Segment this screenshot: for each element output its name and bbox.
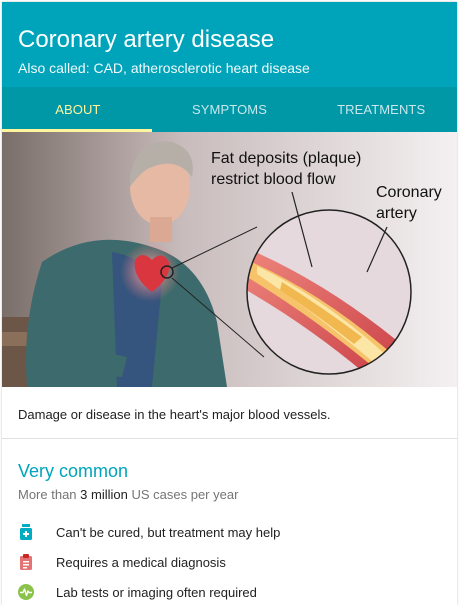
tab-about[interactable]: ABOUT [2, 87, 154, 132]
clipboard-icon [18, 554, 34, 570]
frequency-suffix: US cases per year [131, 487, 239, 502]
card-header: Coronary artery disease Also called: CAD… [2, 2, 457, 87]
fact-item: Lab tests or imaging often required [18, 577, 441, 605]
frequency-title: Very common [18, 461, 129, 481]
tab-symptoms[interactable]: SYMPTOMS [154, 87, 306, 132]
condition-illustration: Fat deposits (plaque) restrict blood flo… [2, 132, 457, 387]
fact-text: Requires a medical diagnosis [56, 554, 226, 570]
heartbeat-icon [18, 584, 34, 600]
facts-list: Can't be cured, but treatment may help R… [2, 503, 457, 605]
fact-text: Can't be cured, but treatment may help [56, 524, 281, 540]
condition-aliases: Also called: CAD, atherosclerotic heart … [18, 60, 310, 76]
fact-item: Can't be cured, but treatment may help [18, 517, 441, 547]
artery-label-line1: Coronary [376, 184, 442, 201]
fact-text: Lab tests or imaging often required [56, 584, 257, 600]
tab-bar: ABOUT SYMPTOMS TREATMENTS [2, 87, 457, 132]
frequency-prefix: More than [18, 487, 77, 502]
frequency-section: Very common More than 3 million US cases… [2, 460, 457, 503]
plaque-label-line2: restrict blood flow [211, 171, 336, 188]
plaque-label-line1: Fat deposits (plaque) [211, 150, 361, 167]
condition-description: Damage or disease in the heart's major b… [2, 387, 457, 439]
condition-title: Coronary artery disease [18, 26, 275, 53]
frequency-count: 3 million [80, 487, 128, 502]
frequency-subtitle: More than 3 million US cases per year [18, 487, 441, 503]
artery-label-line2: artery [376, 205, 417, 222]
artery-illustration: Fat deposits (plaque) restrict blood flo… [2, 132, 457, 387]
tab-treatments[interactable]: TREATMENTS [305, 87, 457, 132]
fact-item: Requires a medical diagnosis [18, 547, 441, 577]
knowledge-card: Coronary artery disease Also called: CAD… [2, 2, 457, 605]
medicine-bottle-icon [18, 524, 34, 540]
